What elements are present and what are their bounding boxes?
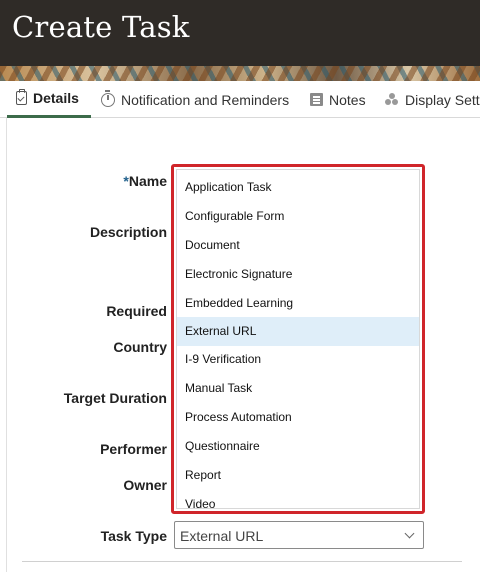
option-video[interactable]: Video bbox=[177, 490, 419, 519]
tab-label: Display Sett bbox=[405, 91, 480, 108]
performer-label: Performer bbox=[100, 441, 167, 457]
timer-icon bbox=[101, 89, 115, 107]
option-report[interactable]: Report bbox=[177, 461, 419, 490]
note-icon bbox=[310, 93, 323, 106]
country-label: Country bbox=[113, 339, 167, 355]
tab-label: Notes bbox=[329, 91, 366, 108]
clipboard-check-icon bbox=[16, 89, 27, 105]
divider bbox=[22, 561, 462, 562]
option-i9-verification[interactable]: I-9 Verification bbox=[177, 345, 419, 374]
dropdown-list: Application Task Configurable Form Docum… bbox=[176, 169, 420, 511]
tab-notes[interactable]: Notes bbox=[310, 81, 366, 118]
target-duration-label: Target Duration bbox=[63, 390, 167, 406]
tab-label: Notification and Reminders bbox=[121, 91, 290, 108]
tab-display-settings[interactable]: Display Sett bbox=[385, 81, 480, 118]
tab-label: Details bbox=[33, 90, 79, 106]
option-questionnaire[interactable]: Questionnaire bbox=[177, 432, 419, 461]
option-process-automation[interactable]: Process Automation bbox=[177, 403, 419, 432]
page-header: Create Task bbox=[0, 0, 480, 66]
tab-notification-and-reminders[interactable]: Notification and Reminders bbox=[101, 81, 289, 118]
option-manual-task[interactable]: Manual Task bbox=[177, 374, 419, 403]
task-type-label: Task Type bbox=[100, 528, 167, 544]
required-label: Required bbox=[106, 303, 167, 319]
chevron-down-icon[interactable] bbox=[404, 528, 415, 539]
task-type-dropdown: Application Task Configurable Form Docum… bbox=[171, 164, 425, 514]
option-external-url[interactable]: External URL bbox=[177, 317, 419, 346]
tab-details[interactable]: Details bbox=[7, 81, 91, 118]
task-type-value: External URL bbox=[180, 528, 264, 544]
option-application-task[interactable]: Application Task bbox=[177, 173, 419, 202]
page-title: Create Task bbox=[12, 10, 190, 44]
task-type-select[interactable]: External URL bbox=[174, 521, 424, 549]
option-configurable-form[interactable]: Configurable Form bbox=[177, 202, 419, 231]
option-electronic-signature[interactable]: Electronic Signature bbox=[177, 260, 419, 289]
option-document[interactable]: Document bbox=[177, 231, 419, 260]
description-label: Description bbox=[89, 224, 167, 240]
owner-label: Owner bbox=[123, 477, 167, 493]
tab-bar: Details Notification and Reminders Notes… bbox=[0, 81, 480, 118]
decorative-banner bbox=[0, 66, 480, 81]
display-settings-icon bbox=[385, 93, 399, 106]
option-embedded-learning[interactable]: Embedded Learning bbox=[177, 289, 419, 318]
content-border bbox=[6, 118, 7, 572]
name-label: *Name bbox=[123, 173, 167, 189]
